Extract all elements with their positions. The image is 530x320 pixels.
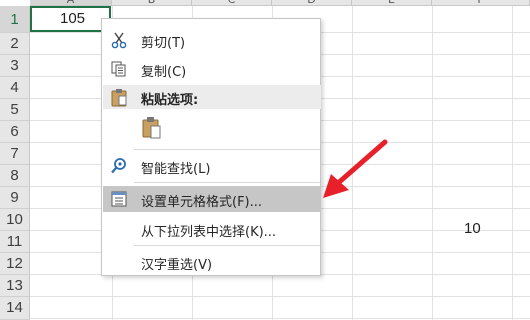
row-header-label: 9 xyxy=(10,189,19,206)
column-header-label: C xyxy=(228,0,236,5)
menu-item-label: 从下拉列表中选择(K)... xyxy=(141,225,277,240)
menu-separator xyxy=(134,245,320,246)
row-header-5[interactable]: 5 xyxy=(0,99,30,121)
column-header-d[interactable]: D xyxy=(272,0,352,6)
row-header-4[interactable]: 4 xyxy=(0,77,30,99)
menu-item-smart-lookup[interactable]: 智能查找(L) xyxy=(103,153,321,179)
column-header-f[interactable]: F xyxy=(432,0,530,6)
row-header-label: 14 xyxy=(6,299,23,316)
row-header-label: 6 xyxy=(10,123,19,140)
paste-clipboard-icon[interactable] xyxy=(141,116,163,140)
paste-options-row xyxy=(103,114,321,144)
menu-item-pick-from-list[interactable]: 从下拉列表中选择(K)... xyxy=(103,216,321,242)
row-header-13[interactable]: 13 xyxy=(0,275,30,297)
row-header-label: 5 xyxy=(10,101,19,118)
row-header-label: 11 xyxy=(6,233,23,250)
menu-item-cut[interactable]: 剪切(T) xyxy=(103,27,321,53)
paste-options-header: 粘贴选项: xyxy=(103,85,321,109)
menu-item-label: 剪切(T) xyxy=(141,36,186,51)
format-cells-icon xyxy=(110,190,128,208)
menu-item-label: 复制(C) xyxy=(141,65,187,80)
row-header-label: 4 xyxy=(10,79,19,96)
column-header-label: B xyxy=(148,0,156,5)
row-header-label: 10 xyxy=(6,211,23,228)
menu-item-label: 设置单元格格式(F)... xyxy=(141,195,263,210)
paste-options-label: 粘贴选项: xyxy=(141,93,199,108)
column-header-label: F xyxy=(477,0,483,5)
row-header-6[interactable]: 6 xyxy=(0,121,30,143)
column-header-c[interactable]: C xyxy=(192,0,272,6)
menu-separator xyxy=(134,182,320,183)
gridline xyxy=(30,318,530,319)
column-header-b[interactable]: B xyxy=(112,0,192,6)
menu-item-format-cells[interactable]: 设置单元格格式(F)... xyxy=(103,186,321,212)
row-header-label: 3 xyxy=(10,57,19,74)
menu-separator xyxy=(134,149,320,150)
copy-icon xyxy=(110,60,128,78)
column-header-e[interactable]: E xyxy=(352,0,432,6)
row-header-14[interactable]: 14 xyxy=(0,297,30,320)
row-header-label: 7 xyxy=(10,145,19,162)
context-menu: 剪切(T) 复制(C) 粘贴选项: 智能查找(L) 设置单元格格式(F)... … xyxy=(101,18,321,276)
scissors-icon xyxy=(110,31,128,49)
clipboard-icon xyxy=(110,87,128,107)
row-header-label: 1 xyxy=(10,11,19,28)
row-header-label: 8 xyxy=(10,167,19,184)
gridline xyxy=(30,296,530,297)
row-header-3[interactable]: 3 xyxy=(0,55,30,77)
row-header-2[interactable]: 2 xyxy=(0,33,30,55)
menu-item-copy[interactable]: 复制(C) xyxy=(103,56,321,82)
red-arrow-annotation xyxy=(323,139,388,198)
row-header-7[interactable]: 7 xyxy=(0,143,30,165)
row-header-1[interactable]: 1 xyxy=(0,6,30,33)
column-header-label: E xyxy=(388,0,395,5)
menu-item-label: 汉字重选(V) xyxy=(141,258,213,273)
row-header-11[interactable]: 11 xyxy=(0,231,30,253)
active-cell-border xyxy=(30,6,111,32)
row-header-8[interactable]: 8 xyxy=(0,165,30,187)
row-header-10[interactable]: 10 xyxy=(0,209,30,231)
column-header-label: D xyxy=(307,0,315,5)
row-header-label: 12 xyxy=(6,255,23,272)
row-header-9[interactable]: 9 xyxy=(0,187,30,209)
row-header-label: 13 xyxy=(6,277,23,294)
row-header-label: 2 xyxy=(10,35,19,52)
cell-f10[interactable]: 10 xyxy=(464,220,481,237)
magnifier-icon xyxy=(110,157,128,175)
menu-item-hanzi-reselect[interactable]: 汉字重选(V) xyxy=(103,249,321,275)
row-header-12[interactable]: 12 xyxy=(0,253,30,275)
menu-item-label: 智能查找(L) xyxy=(141,162,211,177)
